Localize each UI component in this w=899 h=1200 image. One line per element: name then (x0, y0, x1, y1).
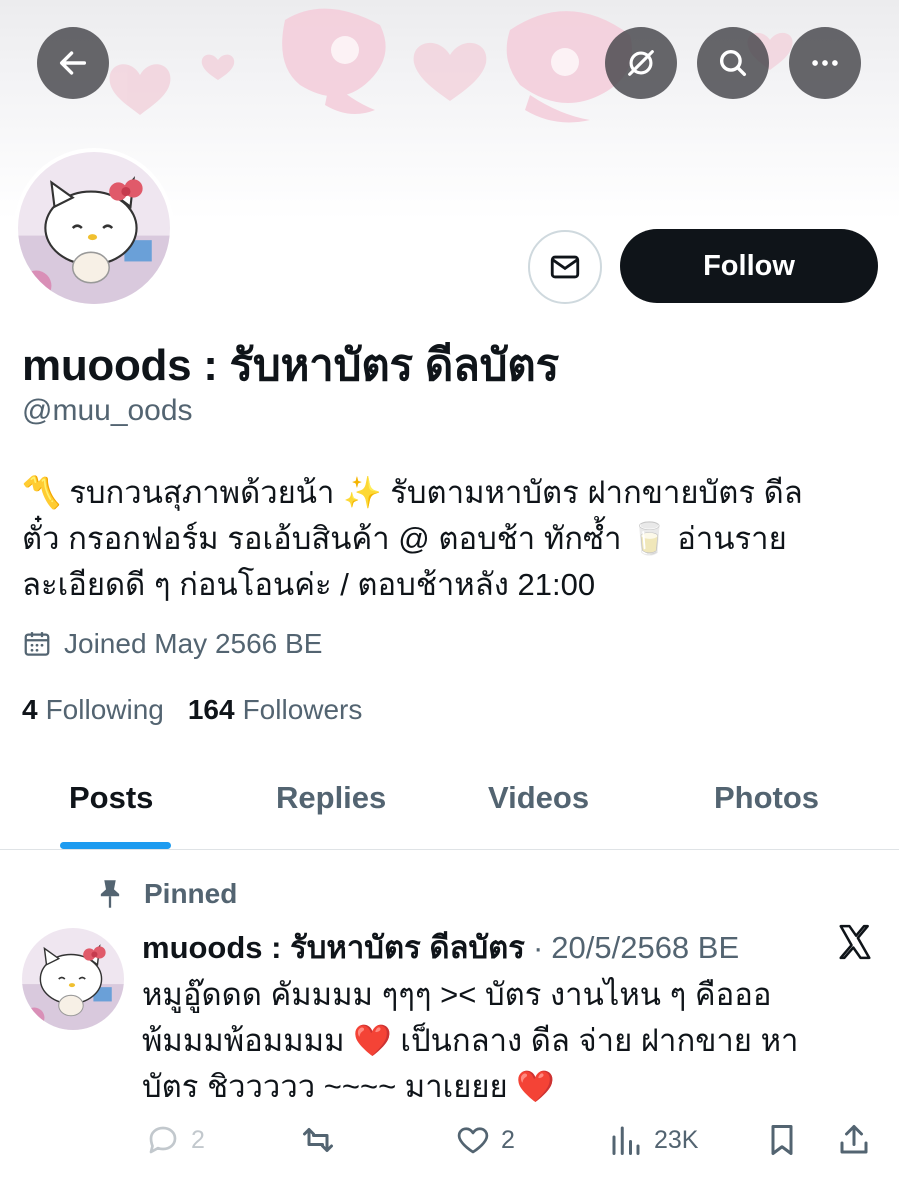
post-line: หมูอู๊ดดด คัมมมม ๆๆๆ >< บัตร งานไหน ๆ คื… (142, 977, 772, 1012)
share-icon (840, 1125, 868, 1154)
more-dots-icon (812, 60, 838, 66)
grok-icon (628, 50, 654, 76)
repost-button[interactable] (300, 1122, 346, 1158)
share-button[interactable] (836, 1122, 882, 1158)
display-name: muoods : รับหาบัตร ดีลบัตร (22, 341, 559, 390)
tab-photos[interactable]: Photos (714, 780, 819, 816)
post-author-name[interactable]: muoods : รับหาบัตร ดีลบัตร (142, 922, 525, 972)
pinned-label: Pinned (144, 878, 238, 909)
post-line: บัตร ชิววววว ~~~~ มาเยยย ❤️ (142, 1064, 872, 1110)
heart-emoji: ❤️ (516, 1069, 555, 1104)
bookmark-button[interactable] (764, 1122, 810, 1158)
followers-label: Followers (242, 694, 363, 725)
profile-bio: 〽️ รบกวนสุภาพด้วยน้า ✨ รับตามหาบัตร ฝากข… (22, 470, 882, 608)
envelope-icon (550, 255, 580, 279)
like-count: 2 (501, 1125, 515, 1154)
joined-date: Joined May 2566 BE (22, 628, 322, 660)
heart-emoji: ❤️ (353, 1023, 392, 1058)
follow-button[interactable]: Follow (620, 229, 878, 303)
reply-bubble-icon (149, 1126, 177, 1154)
followers-count: 164 (187, 694, 235, 725)
bio-line: 〽️ รบกวนสุภาพด้วยน้า ✨ รับตามหาบัตร ฝากข… (22, 475, 803, 510)
like-button[interactable]: 2 (455, 1122, 515, 1158)
tab-videos[interactable]: Videos (488, 780, 589, 816)
post-line-text: เป็นกลาง ดีล จ่าย ฝากขาย หา (400, 1023, 799, 1058)
message-button[interactable] (528, 230, 602, 304)
grok-button[interactable] (605, 27, 677, 99)
post-header: muoods : รับหาบัตร ดีลบัตร · 20/5/2568 B… (142, 922, 739, 972)
reply-count: 2 (191, 1125, 205, 1154)
joined-text: Joined May 2566 BE (64, 628, 323, 659)
tab-replies[interactable]: Replies (276, 780, 386, 816)
profile-avatar[interactable] (14, 148, 174, 308)
post-line: พ้มมมพ้อมมมม ❤️ เป็นกลาง ดีล จ่าย ฝากขาย… (142, 1018, 872, 1064)
hello-kitty-avatar-image (18, 152, 170, 304)
following-count: 4 (22, 694, 38, 725)
back-button[interactable] (37, 27, 109, 99)
x-logo-icon (839, 924, 871, 960)
more-button[interactable] (789, 27, 861, 99)
views-button[interactable]: 23K (608, 1122, 698, 1158)
arrow-left-icon (59, 51, 87, 75)
tab-posts[interactable]: Posts (69, 780, 153, 816)
bio-line: ตั๋ว กรอกฟอร์ม รอเอ้บสินค้า @ ตอบช้า ทัก… (22, 521, 787, 556)
post-date[interactable]: 20/5/2568 BE (551, 930, 739, 966)
hello-kitty-avatar-image (22, 928, 124, 1030)
active-tab-indicator (60, 842, 171, 849)
reply-button[interactable]: 2 (145, 1122, 205, 1158)
analytics-bars-icon (612, 1126, 640, 1155)
post-body: หมูอู๊ดดด คัมมมม ๆๆๆ >< บัตร งานไหน ๆ คื… (142, 972, 872, 1110)
post-line-text: พ้มมมพ้อมมมม (142, 1023, 345, 1058)
profile-tabs: Posts Replies Videos Photos (0, 760, 899, 850)
view-count: 23K (654, 1125, 699, 1154)
search-icon (719, 49, 747, 77)
pinned-indicator: Pinned (96, 878, 237, 910)
username-handle: @muu_oods (22, 394, 193, 427)
followers-link[interactable]: 164 Followers (188, 694, 363, 726)
search-button[interactable] (697, 27, 769, 99)
post-author-avatar[interactable] (22, 928, 124, 1030)
follow-stats: 4 Following 164 Followers (22, 694, 386, 726)
following-link[interactable]: 4 Following (22, 694, 164, 726)
post-actions: 2 2 23K (0, 1118, 899, 1168)
calendar-icon (24, 632, 50, 656)
bookmark-icon (771, 1125, 793, 1155)
bio-line: ละเอียดดี ๆ ก่อนโอนค่ะ / ตอบช้าหลัง 21:0… (22, 567, 596, 602)
pin-icon (100, 880, 120, 908)
following-label: Following (45, 694, 164, 725)
heart-outline-icon (457, 1127, 489, 1154)
repost-icon (303, 1128, 333, 1152)
separator-dot: · (532, 930, 544, 965)
post-line-text: บัตร ชิววววว ~~~~ มาเยยย (142, 1069, 508, 1104)
